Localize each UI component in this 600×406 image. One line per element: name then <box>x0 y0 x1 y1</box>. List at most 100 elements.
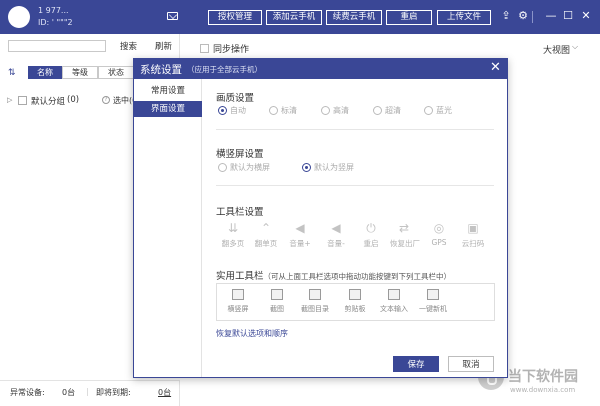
tool-volume-up[interactable]: ◀ 音量+ <box>286 222 314 252</box>
expiring-label: 即将到期: <box>96 388 131 397</box>
top-bar: 1 977... ID: ' """2 授权管理 添加云手机 续费云手机 重启 … <box>0 0 600 34</box>
user-id: ID: ' """2 <box>38 18 73 27</box>
useful-new-device[interactable]: 一键新机 <box>415 289 451 314</box>
user-name: 1 977... <box>38 6 69 15</box>
new-device-icon <box>427 289 439 300</box>
view-select[interactable]: 大视图 <box>543 43 570 56</box>
quality-radio-hd[interactable] <box>321 106 330 115</box>
rotate-icon <box>232 289 244 300</box>
tab-name[interactable]: 名称 <box>28 66 62 79</box>
useful-clipboard[interactable]: 剪贴板 <box>337 289 373 314</box>
gear-icon[interactable]: ⚙ <box>517 10 529 22</box>
chevron-down-icon[interactable]: ⌵ <box>572 42 578 52</box>
divider <box>216 185 494 186</box>
nav-ui-settings[interactable]: 界面设置 <box>134 101 202 117</box>
dialog-nav: 常用设置 界面设置 <box>134 79 202 377</box>
avatar[interactable] <box>8 6 30 28</box>
multi-page-icon: ⇊ <box>227 221 239 235</box>
help-icon: ? <box>102 96 110 104</box>
sync-label: 同步操作 <box>213 45 250 55</box>
quality-radio-sd[interactable] <box>269 106 278 115</box>
tool-single-page[interactable]: ⌃ 翻单页 <box>252 222 280 252</box>
quality-radio-bluray[interactable] <box>424 106 433 115</box>
divider <box>216 129 494 130</box>
screenshot-icon <box>271 289 283 300</box>
restore-default-link[interactable]: 恢复默认选项和顺序 <box>216 328 288 339</box>
useful-toolbar-title: 实用工具栏（可从上面工具栏选项中拖动功能按键到下列工具栏中） <box>216 271 452 282</box>
divider <box>532 11 533 23</box>
settings-dialog: 系统设置 （应用于全部云手机） ✕ 常用设置 界面设置 画质设置 自动 标清 高… <box>133 58 508 378</box>
orientation-radio-landscape[interactable] <box>218 163 227 172</box>
restart-button[interactable]: 重启 <box>386 10 432 25</box>
tool-multi-page[interactable]: ⇊ 翻多页 <box>219 222 247 252</box>
quality-option-label: 自动 <box>230 106 246 115</box>
tab-level[interactable]: 等级 <box>62 66 98 79</box>
orientation-radio-portrait[interactable] <box>302 163 311 172</box>
tool-restart[interactable]: ⏻ 重启 <box>357 222 385 252</box>
tool-volume-down[interactable]: ◀ 音量- <box>322 222 350 252</box>
group-name: 默认分组 <box>31 97 66 107</box>
group-checkbox[interactable] <box>18 96 27 105</box>
expiring-value[interactable]: 0台 <box>158 387 171 398</box>
quality-option-label: 标清 <box>281 106 297 115</box>
watermark-text: 当下软件园 <box>508 369 578 385</box>
useful-toolbar-note: （可从上面工具栏选项中拖动功能按键到下列工具栏中） <box>263 272 452 281</box>
volume-up-icon: ◀ <box>295 221 305 235</box>
text-input-icon <box>388 289 400 300</box>
tool-factory-reset[interactable]: ⇄ 恢复出厂 <box>390 221 420 252</box>
tab-status[interactable]: 状态 <box>98 66 134 79</box>
useful-toolbar-box[interactable]: 横竖屏 截图 截图目录 剪贴板 文本输入 一键新机 <box>216 283 495 321</box>
dialog-subtitle: （应用于全部云手机） <box>187 65 262 74</box>
useful-rotate[interactable]: 横竖屏 <box>220 289 256 314</box>
search-input[interactable] <box>8 40 106 52</box>
toolbar-title: 工具栏设置 <box>216 207 264 218</box>
cancel-button[interactable]: 取消 <box>448 356 494 372</box>
power-icon: ⏻ <box>366 221 376 235</box>
watermark-url: www.downxia.com <box>510 386 576 394</box>
close-icon[interactable]: ✕ <box>580 10 592 22</box>
quality-radio-auto[interactable] <box>218 106 227 115</box>
search-button[interactable]: 搜索 <box>120 40 137 52</box>
quality-option-label: 超清 <box>385 106 401 115</box>
expand-arrow-icon[interactable]: ▷ <box>7 96 12 104</box>
abnormal-label: 异常设备: <box>10 388 45 397</box>
minimize-icon[interactable]: — <box>545 10 557 22</box>
share-icon[interactable]: ⇪ <box>500 10 512 22</box>
volume-down-icon: ◀ <box>331 221 341 235</box>
refresh-button[interactable]: 刷新 <box>155 40 172 52</box>
orientation-title: 横竖屏设置 <box>216 149 264 160</box>
upload-file-button[interactable]: 上传文件 <box>437 10 491 25</box>
useful-text-input[interactable]: 文本输入 <box>376 289 412 314</box>
tool-cloud-scan[interactable]: ▣ 云扫码 <box>459 222 487 252</box>
scan-icon: ▣ <box>467 221 479 235</box>
quality-title: 画质设置 <box>216 93 255 104</box>
folder-icon <box>309 289 321 300</box>
dialog-title: 系统设置 <box>140 64 182 76</box>
tool-gps[interactable]: ◎ GPS <box>425 222 453 252</box>
reset-icon: ⇄ <box>398 221 410 235</box>
add-phone-button[interactable]: 添加云手机 <box>266 10 322 25</box>
maximize-icon[interactable]: ☐ <box>562 10 574 22</box>
quality-option-label: 蓝光 <box>436 106 452 115</box>
dialog-header: 系统设置 （应用于全部云手机） ✕ <box>134 59 507 79</box>
sort-icon[interactable]: ⇅ <box>8 68 16 78</box>
useful-screenshot[interactable]: 截图 <box>259 289 295 314</box>
save-button[interactable]: 保存 <box>393 356 439 372</box>
quality-radio-fhd[interactable] <box>373 106 382 115</box>
abnormal-value: 0台 <box>62 388 76 397</box>
orientation-option-label: 默认为竖屏 <box>314 163 354 172</box>
status-bar: 异常设备: 0台 | 即将到期: 0台 <box>0 380 180 406</box>
single-page-icon: ⌃ <box>260 221 272 235</box>
clipboard-icon <box>349 289 361 300</box>
nav-common-settings[interactable]: 常用设置 <box>134 83 202 99</box>
mail-icon[interactable] <box>167 12 178 20</box>
status-divider: | <box>86 387 89 396</box>
group-count: (0) <box>67 95 80 105</box>
auth-manage-button[interactable]: 授权管理 <box>208 10 262 25</box>
close-icon[interactable]: ✕ <box>490 60 501 75</box>
gps-icon: ◎ <box>433 221 445 235</box>
useful-screenshot-dir[interactable]: 截图目录 <box>297 289 333 314</box>
quality-option-label: 高清 <box>333 106 349 115</box>
renew-phone-button[interactable]: 续费云手机 <box>326 10 382 25</box>
sync-checkbox[interactable] <box>200 44 209 53</box>
